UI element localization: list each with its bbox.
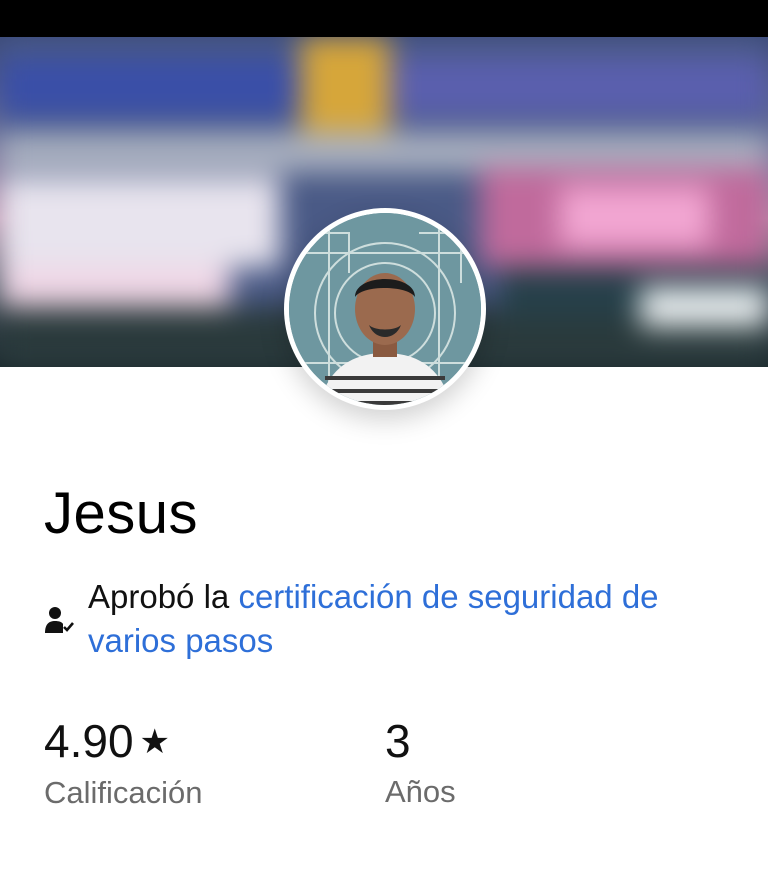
rating-stat: 4.90 ★ Calificación	[44, 712, 203, 813]
certification-prefix: Aprobó la	[88, 578, 239, 615]
years-value: 3	[385, 715, 411, 767]
status-bar	[0, 0, 768, 37]
rating-label: Calificación	[44, 775, 203, 810]
certification-text: Aprobó la certificación de seguridad de …	[88, 575, 738, 663]
years-stat: 3 Años	[385, 712, 456, 812]
rating-value-row: 4.90 ★	[44, 712, 203, 771]
star-icon: ★	[139, 723, 171, 761]
driver-name: Jesus	[44, 481, 199, 546]
years-label: Años	[385, 774, 456, 809]
avatar-photo	[289, 213, 481, 405]
avatar[interactable]	[284, 208, 486, 410]
rating-value: 4.90	[44, 715, 134, 767]
person-check-icon	[44, 605, 74, 635]
